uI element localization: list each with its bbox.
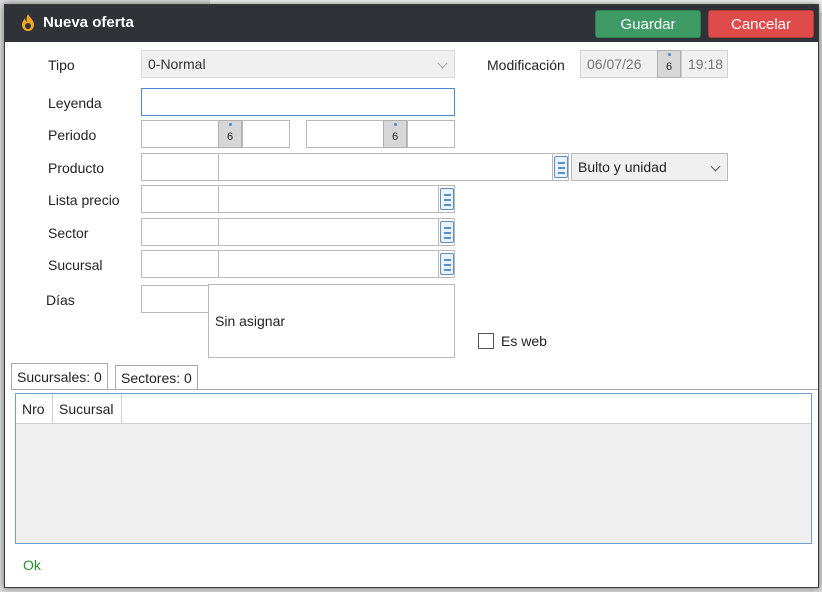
calendar-icon[interactable]: 6 bbox=[383, 120, 407, 148]
periodo-to-time[interactable] bbox=[407, 120, 455, 148]
producto-code-input[interactable] bbox=[141, 153, 219, 181]
column-header-sucursal[interactable]: Sucursal bbox=[53, 394, 122, 424]
sucursal-code-input[interactable] bbox=[141, 250, 219, 278]
dias-input[interactable] bbox=[141, 285, 209, 313]
cancel-button[interactable]: Cancelar bbox=[708, 10, 814, 38]
list-lookup-icon[interactable] bbox=[439, 218, 455, 246]
sucursal-name-input[interactable] bbox=[218, 250, 439, 278]
column-header-nro[interactable]: Nro bbox=[16, 394, 53, 424]
periodo-from-time[interactable] bbox=[242, 120, 290, 148]
flame-icon bbox=[22, 14, 34, 31]
sector-code-input[interactable] bbox=[141, 218, 219, 246]
list-lookup-icon[interactable] bbox=[439, 185, 455, 213]
dias-summary-box[interactable]: Sin asignar bbox=[208, 284, 455, 358]
grid-header: Nro Sucursal bbox=[16, 394, 811, 424]
save-button[interactable]: Guardar bbox=[595, 10, 701, 38]
lista-precio-name-input[interactable] bbox=[218, 185, 439, 213]
modificacion-date-field[interactable]: 06/07/26 bbox=[580, 50, 658, 78]
leyenda-label: Leyenda bbox=[48, 95, 102, 111]
periodo-from-date[interactable] bbox=[141, 120, 219, 148]
tab-panel-border bbox=[11, 389, 818, 390]
sector-label: Sector bbox=[48, 225, 89, 241]
sucursal-label: Sucursal bbox=[48, 257, 103, 273]
periodo-to-date[interactable] bbox=[306, 120, 384, 148]
tab-sectores[interactable]: Sectores: 0 bbox=[115, 365, 198, 390]
title-bar: Nueva oferta Guardar Cancelar bbox=[5, 5, 818, 42]
calendar-icon[interactable]: 6 bbox=[657, 50, 681, 78]
sector-name-input[interactable] bbox=[218, 218, 439, 246]
unit-select-value: Bulto y unidad bbox=[578, 159, 667, 175]
status-text: Ok bbox=[23, 557, 41, 573]
tipo-select[interactable]: 0-Normal bbox=[141, 50, 455, 78]
sucursales-grid[interactable]: Nro Sucursal bbox=[15, 393, 812, 544]
unit-select[interactable]: Bulto y unidad bbox=[571, 153, 728, 181]
modificacion-label: Modificación bbox=[487, 57, 565, 73]
calendar-icon[interactable]: 6 bbox=[218, 120, 242, 148]
tipo-value: 0-Normal bbox=[148, 56, 206, 72]
modificacion-time-field[interactable]: 19:18 bbox=[681, 50, 728, 78]
tipo-label: Tipo bbox=[48, 57, 75, 73]
producto-label: Producto bbox=[48, 160, 105, 176]
dialog-window: Nueva oferta Guardar Cancelar Tipo 0-Nor… bbox=[4, 4, 819, 588]
dias-label: Días bbox=[46, 292, 75, 308]
es-web-checkbox[interactable] bbox=[478, 333, 494, 349]
chevron-down-icon bbox=[437, 58, 448, 69]
window-title: Nueva oferta bbox=[43, 14, 134, 31]
lista-precio-code-input[interactable] bbox=[141, 185, 219, 213]
list-lookup-icon[interactable] bbox=[553, 153, 569, 181]
tab-sucursales[interactable]: Sucursales: 0 bbox=[11, 363, 108, 390]
chevron-down-icon bbox=[710, 161, 721, 172]
leyenda-input[interactable] bbox=[141, 88, 455, 116]
producto-name-input[interactable] bbox=[218, 153, 553, 181]
lista-precio-label: Lista precio bbox=[48, 192, 120, 208]
es-web-label: Es web bbox=[501, 333, 547, 349]
list-lookup-icon[interactable] bbox=[439, 250, 455, 278]
periodo-label: Periodo bbox=[48, 127, 97, 143]
